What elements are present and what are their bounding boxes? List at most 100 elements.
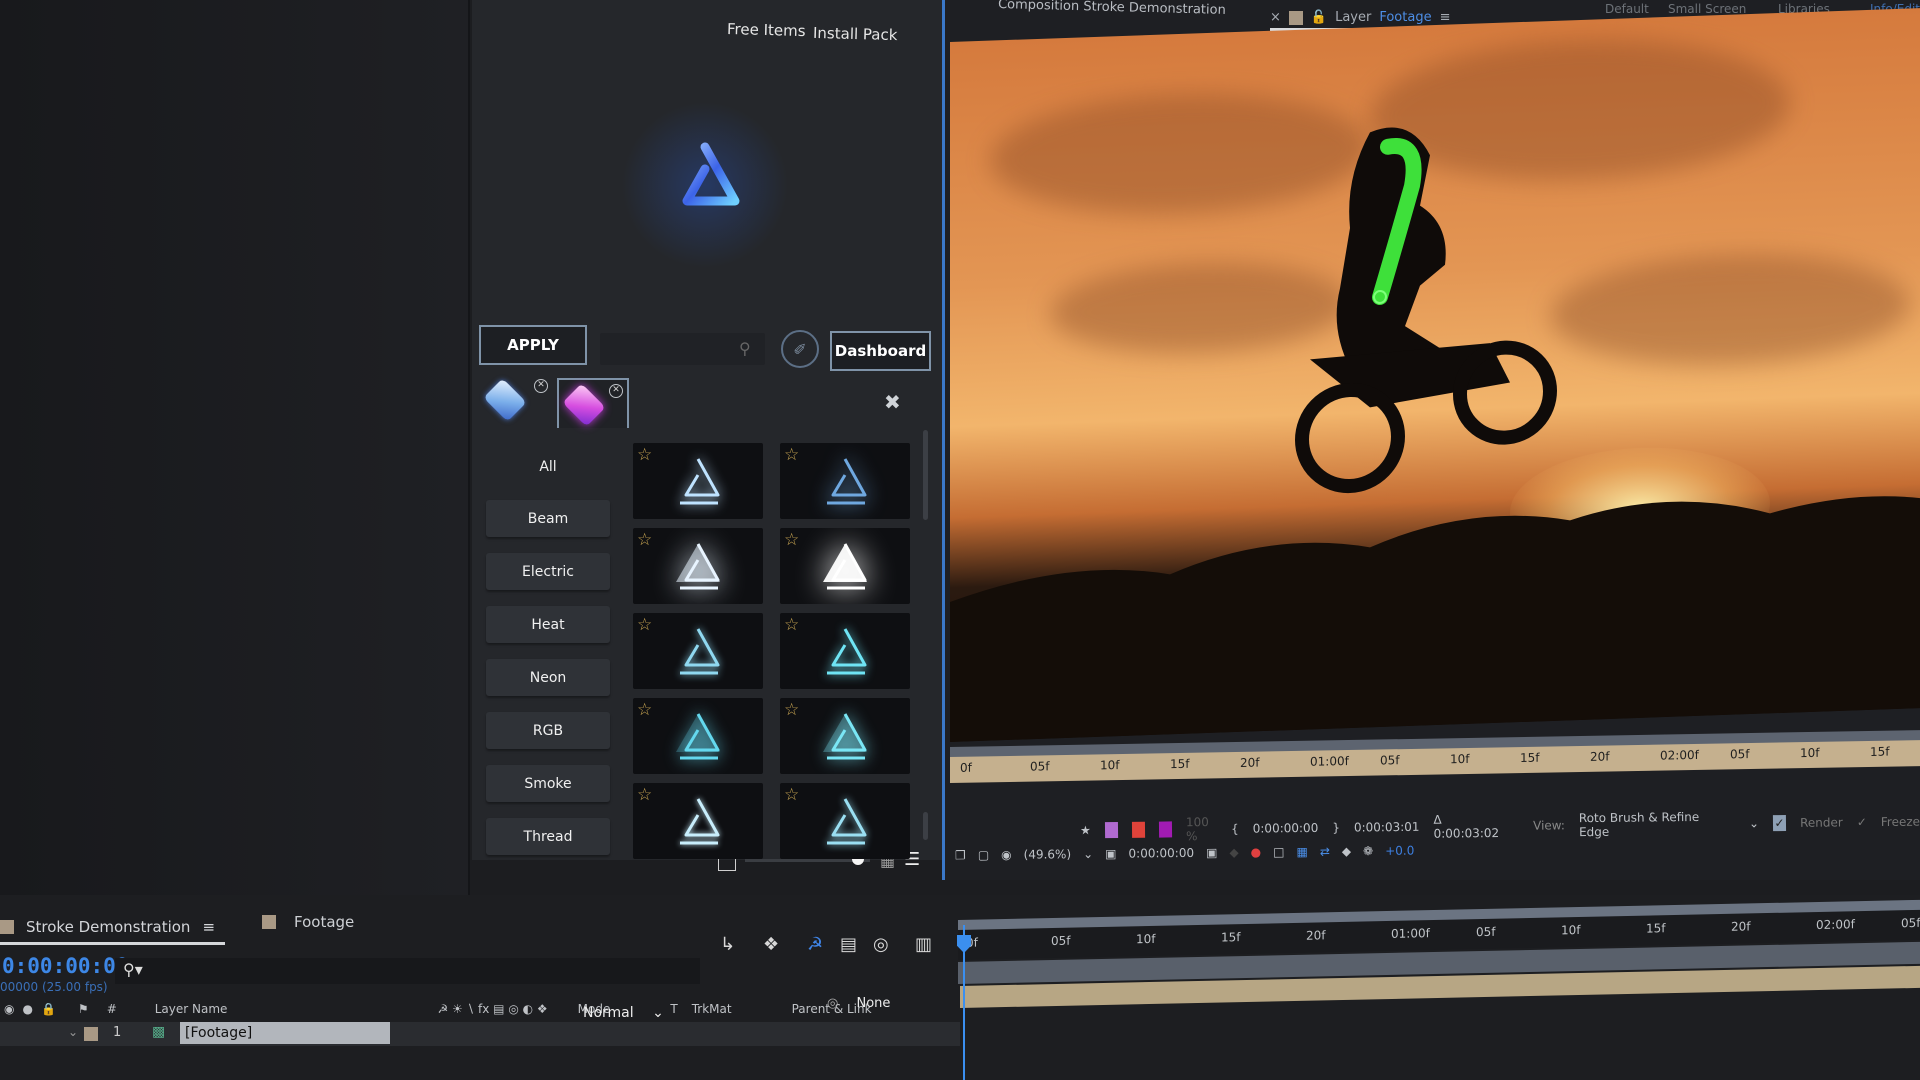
favorite-star-icon[interactable]: ☆ xyxy=(637,617,652,634)
timeline-layer-row[interactable]: ⌄ 1 ▩ xyxy=(0,1022,960,1046)
free-items-link[interactable]: Free Items xyxy=(727,20,806,40)
footage-frame[interactable] xyxy=(950,8,1920,743)
label-icon[interactable]: ⚑ xyxy=(78,1002,89,1016)
guides-icon[interactable]: ⇄ xyxy=(1320,844,1330,858)
favorite-star-icon[interactable]: ☆ xyxy=(784,787,799,804)
frame-blending-icon[interactable]: ▤ xyxy=(840,934,857,955)
favorite-star-icon[interactable]: ☆ xyxy=(637,532,652,549)
3d-glasses-icon[interactable]: ◉ xyxy=(1001,848,1012,862)
close-icon[interactable]: ✕ xyxy=(609,384,623,398)
graph-editor-icon[interactable]: ▥ xyxy=(915,934,932,955)
out-point-icon[interactable]: } xyxy=(1332,821,1340,835)
install-pack-link[interactable]: Install Pack xyxy=(813,24,898,44)
roto-person-icon[interactable]: ★ xyxy=(1080,823,1091,837)
fast-preview-icon[interactable]: ◆ xyxy=(1342,844,1351,858)
fg-swatch[interactable] xyxy=(1104,822,1118,839)
shy-layers-icon[interactable]: ☭ xyxy=(807,934,823,955)
preset-thumbnail[interactable]: ☆ xyxy=(780,443,910,519)
bg-swatch[interactable] xyxy=(1131,821,1145,838)
layer-mode-dropdown[interactable]: Normal ⌄ xyxy=(583,1005,664,1021)
favorite-star-icon[interactable]: ☆ xyxy=(637,702,652,719)
exposure-value[interactable]: +0.0 xyxy=(1385,844,1414,858)
favorite-star-icon[interactable]: ☆ xyxy=(637,787,652,804)
dashboard-button[interactable]: Dashboard xyxy=(830,331,931,371)
category-thread[interactable]: Thread xyxy=(486,818,610,855)
close-icon[interactable]: × xyxy=(1270,10,1281,25)
preset-thumbnail[interactable]: ☆ xyxy=(633,528,763,604)
chevron-down-icon[interactable]: ⌄ xyxy=(1083,847,1093,861)
preset-thumbnail[interactable]: ☆ xyxy=(633,613,763,689)
tools-icon[interactable]: ✖ xyxy=(884,390,901,414)
always-preview-icon[interactable]: ❐ xyxy=(955,848,966,862)
timeline-timecode[interactable]: 0:00:00:00 xyxy=(2,954,128,978)
category-electric[interactable]: Electric xyxy=(486,553,610,590)
render-checkbox[interactable]: ✓ xyxy=(1772,815,1787,832)
show-snapshot-icon[interactable]: ◆ xyxy=(1229,845,1238,859)
preset-scrollbar-end[interactable] xyxy=(923,812,928,840)
preset-thumbnail[interactable]: ☆ xyxy=(780,528,910,604)
view-dropdown[interactable]: Roto Brush & Refine Edge xyxy=(1579,810,1705,839)
current-time[interactable]: 0:00:00:00 xyxy=(1128,846,1194,861)
out-point[interactable]: 0:00:03:01 xyxy=(1354,820,1420,835)
col-layer-name[interactable]: Layer Name xyxy=(155,1002,228,1016)
preset-thumbnail[interactable]: ☆ xyxy=(780,783,910,859)
favorite-star-icon[interactable]: ☆ xyxy=(784,532,799,549)
category-heat[interactable]: Heat xyxy=(486,606,610,643)
menu-icon[interactable]: ≡ xyxy=(1440,10,1451,25)
chevron-down-icon[interactable]: ⌄ xyxy=(1749,816,1759,830)
category-smoke[interactable]: Smoke xyxy=(486,765,610,802)
ruler-tick: 10f xyxy=(1100,758,1120,773)
fit-icon[interactable]: ▣ xyxy=(1105,847,1116,861)
layer-label-swatch[interactable] xyxy=(84,1027,98,1041)
category-all[interactable]: All xyxy=(486,448,610,485)
monitor-icon[interactable]: ▢ xyxy=(978,848,989,862)
preset-thumbnail[interactable]: ☆ xyxy=(633,783,763,859)
expand-chevron-icon[interactable]: ⌄ xyxy=(68,1025,78,1039)
preset-search-input[interactable]: ⚲ xyxy=(600,333,765,365)
preset-thumbnail[interactable]: ☆ xyxy=(780,698,910,774)
preset-scrollbar[interactable] xyxy=(923,430,928,520)
preset-thumbnail[interactable]: ☆ xyxy=(633,443,763,519)
channel-icon[interactable]: ● xyxy=(1251,845,1262,859)
brush-tool-button[interactable]: ✐ xyxy=(781,330,819,368)
camera-icon[interactable]: ▣ xyxy=(1206,846,1217,860)
favorite-star-icon[interactable]: ☆ xyxy=(784,447,799,464)
transparency-grid-icon[interactable]: ▦ xyxy=(1296,845,1307,859)
freeze-icon[interactable]: ✓ xyxy=(1857,815,1867,829)
pack-tab-blue[interactable]: ✕ xyxy=(480,375,552,425)
overlay-color-swatch[interactable] xyxy=(1158,821,1173,838)
layer-parent-dropdown[interactable]: ◎ None ⌄ xyxy=(827,996,975,1011)
pick-whip-icon[interactable]: ◎ xyxy=(827,996,838,1011)
layer-search-input[interactable]: ⚲▾ xyxy=(115,958,700,984)
workspace-default[interactable]: Default xyxy=(1605,2,1649,16)
menu-icon[interactable]: ≡ xyxy=(202,918,215,936)
in-point-icon[interactable]: { xyxy=(1231,822,1239,836)
category-rgb[interactable]: RGB xyxy=(486,712,610,749)
apply-button[interactable]: APPLY xyxy=(479,325,587,365)
favorite-star-icon[interactable]: ☆ xyxy=(784,702,799,719)
overlay-opacity[interactable]: 100 % xyxy=(1186,815,1217,843)
lock-icon[interactable]: 🔓 xyxy=(1311,10,1327,25)
pack-tab-pink[interactable]: ✕ xyxy=(557,378,629,428)
timeline-comp-tab[interactable]: Stroke Demonstration ≡ xyxy=(0,918,226,945)
lock-icon[interactable]: 🔒 xyxy=(41,1002,56,1016)
category-neon[interactable]: Neon xyxy=(486,659,610,696)
category-beam[interactable]: Beam xyxy=(486,500,610,537)
solo-icon[interactable]: ● xyxy=(22,1002,32,1016)
favorite-star-icon[interactable]: ☆ xyxy=(637,447,652,464)
favorite-star-icon[interactable]: ☆ xyxy=(784,617,799,634)
zoom-level[interactable]: (49.6%) xyxy=(1024,847,1072,861)
motion-blur-icon[interactable]: ◎ xyxy=(873,934,889,955)
timeline-footage-tab[interactable]: Footage xyxy=(262,913,354,931)
layer-name[interactable]: [Footage] xyxy=(180,1022,390,1044)
in-point[interactable]: 0:00:00:00 xyxy=(1253,821,1319,836)
exposure-icon[interactable]: ❁ xyxy=(1363,844,1373,858)
draft-3d-icon[interactable]: ❖ xyxy=(763,934,779,955)
composition-flowchart-icon[interactable]: ↳ xyxy=(720,934,735,955)
region-icon[interactable]: □ xyxy=(1273,845,1284,859)
video-icon[interactable]: ◉ xyxy=(4,1002,14,1016)
preset-thumbnail[interactable]: ☆ xyxy=(633,698,763,774)
preset-thumbnail[interactable]: ☆ xyxy=(780,613,910,689)
close-icon[interactable]: ✕ xyxy=(534,379,548,393)
freeze-label[interactable]: Freeze xyxy=(1881,815,1920,829)
